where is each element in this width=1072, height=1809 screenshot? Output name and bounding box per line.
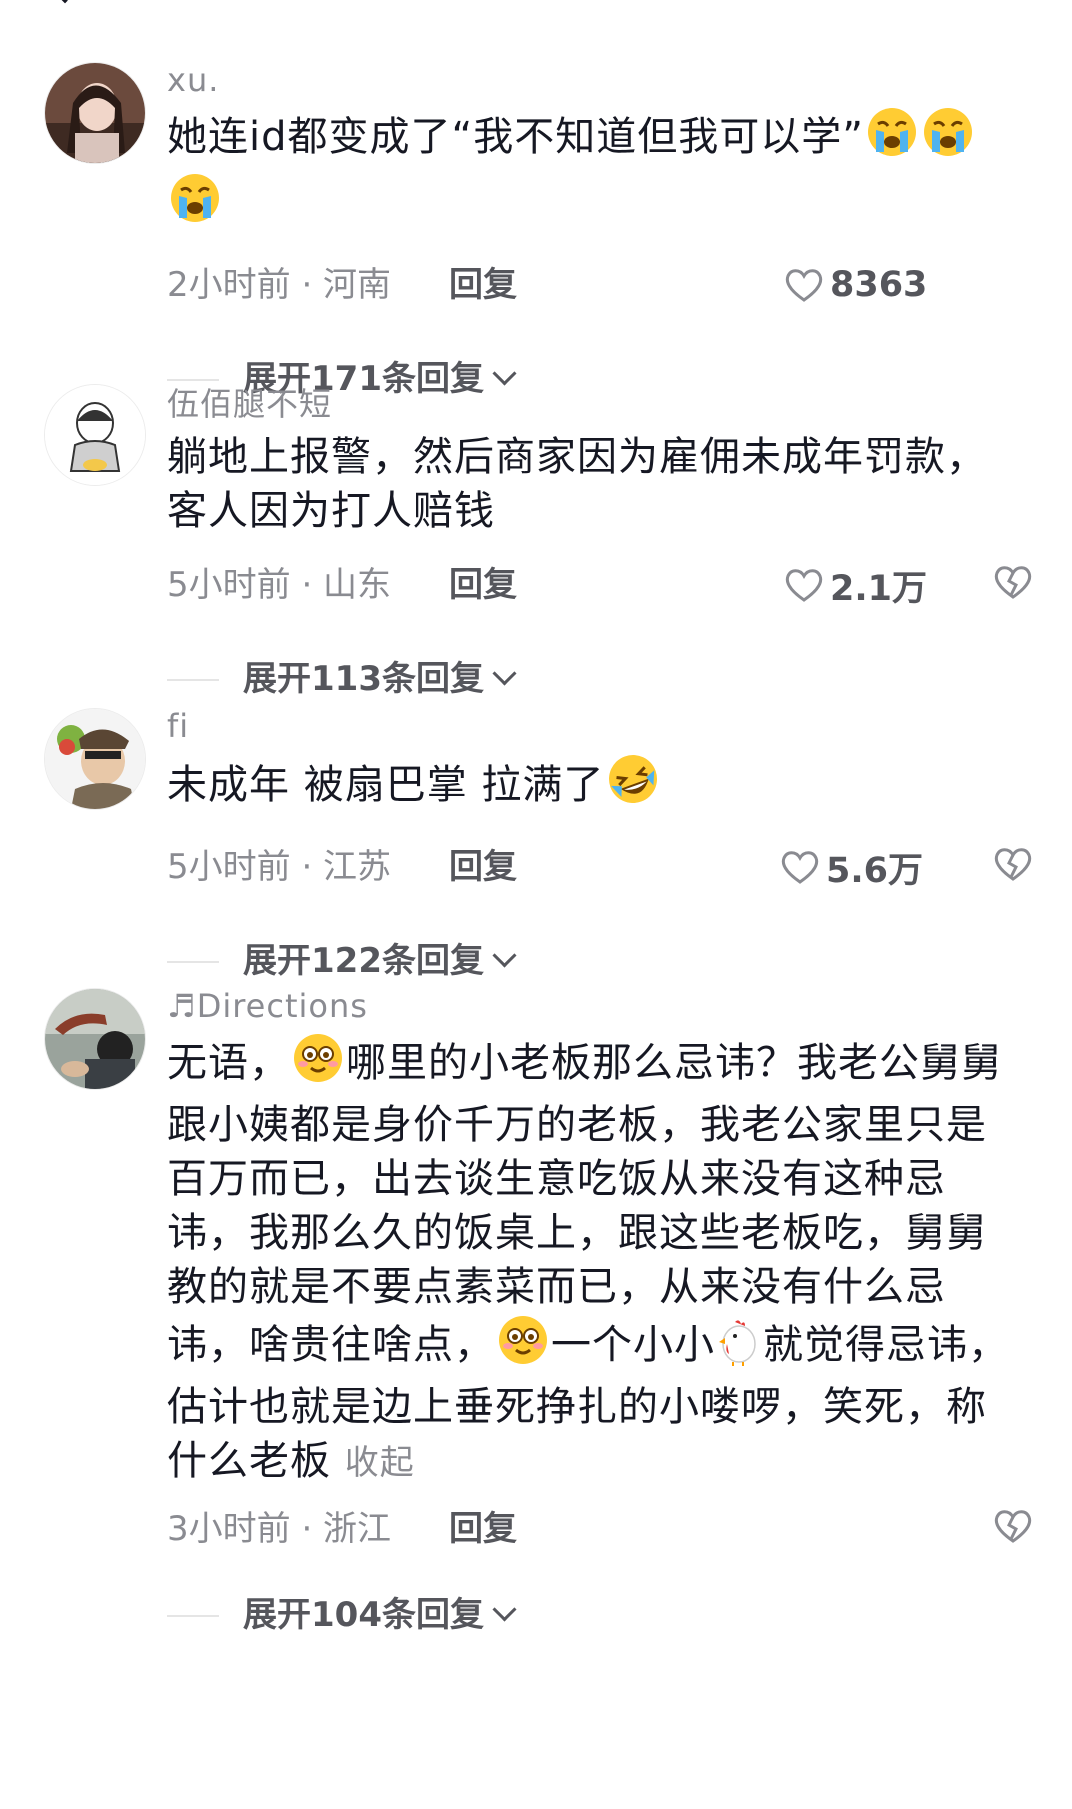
crying-emoji-icon [866,106,918,172]
chevron-down-icon [492,361,517,386]
divider [167,1615,219,1617]
crying-emoji-icon [169,172,221,238]
broken-heart-icon [994,848,1032,881]
divider [167,679,219,681]
reply-button[interactable]: 回复 [449,560,517,610]
comment-text: 躺地上报警，然后商家因为雇佣未成年罚款， 客人因为打人赔钱 [167,430,1037,538]
crying-emoji-icon [922,106,974,172]
broken-heart-icon [994,566,1032,599]
divider [167,379,219,381]
expand-replies-button[interactable]: 展开113条回复 [167,654,1037,704]
divider [167,961,219,963]
comment-time-location: 2小时前 · 河南 [167,265,392,305]
like-button[interactable]: 8363 [784,260,927,310]
dislike-button[interactable] [993,1508,1033,1548]
like-count: 5.6万 [826,850,924,891]
comment-meta: 5小时前 · 江苏 回复 5.6万 [167,842,1037,892]
chevron-down-icon [492,1597,517,1622]
comment-text-line: 客人因为打人赔钱 [167,488,495,534]
comment-text-part: 一个小小 [551,1322,715,1368]
reply-button[interactable]: 回复 [449,842,517,892]
reply-button[interactable]: 回复 [449,260,517,310]
comment-text: 无语， 哪里的小老板那么忌讳？我老公舅舅跟小姨都是身价千万的老板，我老公家里只是百… [167,1032,1017,1490]
username[interactable]: 伍佰腿不短 [167,384,1037,424]
like-button[interactable]: 5.6万 [780,842,923,892]
rolling-laughing-emoji-icon [606,752,660,820]
chicken-emoji-icon [717,1318,761,1380]
chevron-down-icon [492,661,517,686]
avatar[interactable] [44,988,146,1090]
expand-replies-label: 展开104条回复 [243,1595,484,1635]
expand-replies-button[interactable]: 展开122条回复 [167,936,1037,986]
like-button[interactable]: 2.1万 [784,560,927,610]
comment-meta: 5小时前 · 山东 回复 2.1万 [167,560,1037,610]
smiling-eyes-emoji-icon [497,1314,549,1380]
like-count: 2.1万 [830,568,928,609]
comment-time-location: 3小时前 · 浙江 [167,1509,392,1549]
expand-replies-button[interactable]: 展开104条回复 [167,1590,1037,1640]
comment-meta: 3小时前 · 浙江 回复 [167,1504,1037,1554]
comment-text: 未成年 被扇巴掌 拉满了 [167,752,1037,820]
smiling-eyes-emoji-icon [292,1032,344,1098]
like-count: 8363 [830,265,928,305]
comment-text-content: 未成年 被扇巴掌 拉满了 [167,762,605,808]
comment-meta: 2小时前 · 河南 回复 8363 [167,260,1037,310]
expand-replies-label: 展开113条回复 [243,659,484,699]
expand-replies-label: 展开122条回复 [243,941,484,981]
comment-text-part: 无语， [167,1040,290,1086]
chevron-down-icon [492,943,517,968]
username[interactable]: fi [167,706,1037,746]
heart-outline-icon [785,569,823,602]
avatar[interactable] [44,708,146,810]
username[interactable]: xu. [167,60,1037,100]
reply-button[interactable]: 回复 [449,1504,517,1554]
username[interactable]: ♬Directions [167,986,1037,1026]
comment-text: 她连id都变成了“我不知道但我可以学” [167,106,1037,238]
heart-outline-icon [781,851,819,884]
heart-outline-icon [785,269,823,302]
comment-time-location: 5小时前 · 江苏 [167,847,392,887]
dislike-button[interactable] [993,846,1033,886]
avatar[interactable] [44,62,146,164]
back-chevron-icon[interactable] [46,0,84,4]
comment-text-content: 她连id都变成了“我不知道但我可以学” [167,114,864,160]
collapse-button[interactable]: 收起 [345,1443,415,1483]
broken-heart-icon [994,1510,1032,1543]
comment-time-location: 5小时前 · 山东 [167,565,392,605]
dislike-button[interactable] [993,564,1033,604]
comment-text-line: 躺地上报警，然后商家因为雇佣未成年罚款， [167,434,987,480]
avatar[interactable] [44,384,146,486]
